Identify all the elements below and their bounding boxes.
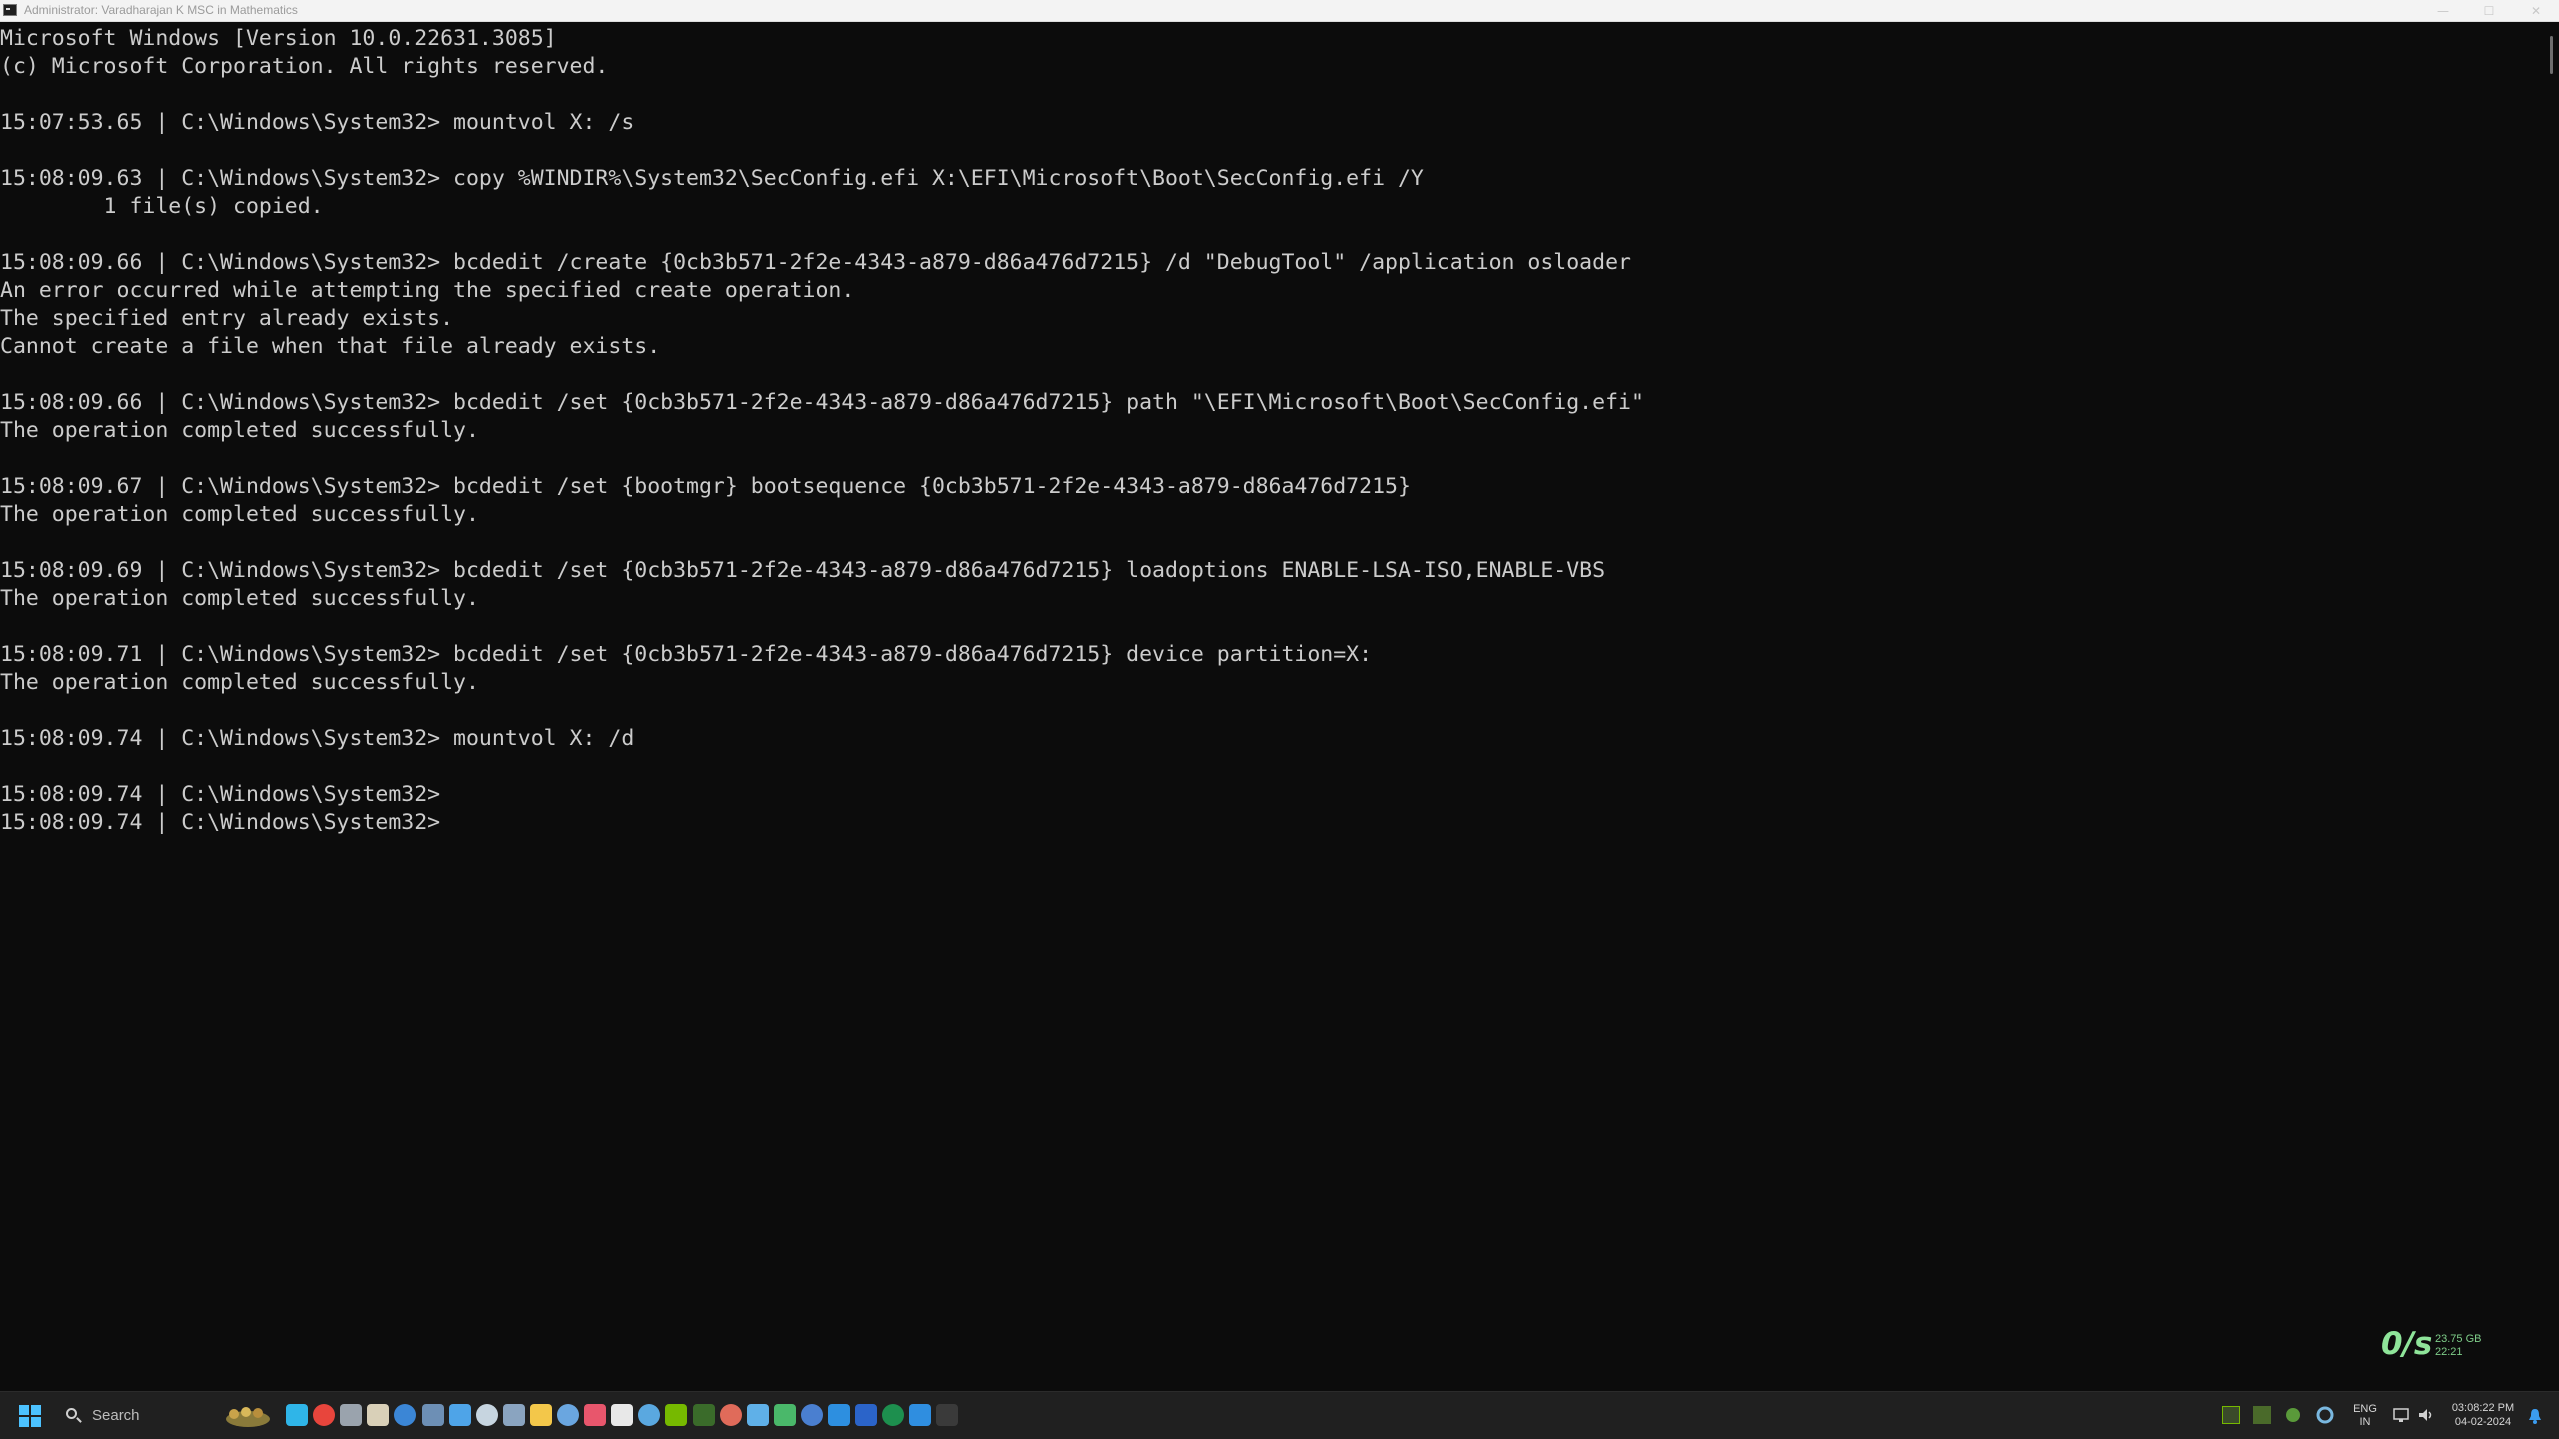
console-line: The operation completed successfully. (0, 502, 479, 527)
network-icon[interactable] (2393, 1407, 2411, 1423)
excel-icon[interactable] (882, 1404, 904, 1426)
tray-nvidia-icon[interactable] (2222, 1406, 2240, 1424)
notification-bell-icon[interactable] (2527, 1407, 2543, 1425)
edge-icon[interactable] (286, 1404, 308, 1426)
console-line: 15:08:09.74 | C:\Windows\System32> mount… (0, 726, 635, 751)
console-line: 15:08:09.63 | C:\Windows\System32> copy … (0, 166, 1424, 191)
language-indicator[interactable]: ENG IN (2349, 1403, 2381, 1429)
cmd-icon (3, 4, 17, 16)
console-line: The specified entry already exists. (0, 306, 454, 331)
console-line: The operation completed successfully. (0, 670, 479, 695)
clock-date: 04-02-2024 (2454, 1416, 2512, 1428)
volume-mixer-icon[interactable] (720, 1404, 742, 1426)
word-icon[interactable] (855, 1404, 877, 1426)
console-line: 15:08:09.71 | C:\Windows\System32> bcded… (0, 642, 1373, 667)
language-code: ENG (2353, 1403, 2377, 1415)
console-line: 15:08:09.69 | C:\Windows\System32> bcded… (0, 558, 1606, 583)
mail-icon[interactable] (638, 1404, 660, 1426)
clock[interactable]: 03:08:22 PM 04-02-2024 (2441, 1401, 2525, 1429)
console-line: 15:07:53.65 | C:\Windows\System32> mount… (0, 110, 635, 135)
console-line: The operation completed successfully. (0, 586, 479, 611)
console-line: 15:08:09.66 | C:\Windows\System32> bcded… (0, 250, 1631, 275)
console-area[interactable]: Microsoft Windows [Version 10.0.22631.30… (0, 22, 2545, 1391)
chrome-icon[interactable] (313, 1404, 335, 1426)
media-player-icon[interactable] (611, 1404, 633, 1426)
console-line: 1 file(s) copied. (0, 194, 324, 219)
minimize-button[interactable]: — (2420, 0, 2466, 22)
remote-desktop-icon[interactable] (828, 1404, 850, 1426)
net-time: 22:21 (2435, 1346, 2463, 1358)
store-icon[interactable] (394, 1404, 416, 1426)
console-line: 15:08:09.66 | C:\Windows\System32> bcded… (0, 390, 1644, 415)
powershell-icon[interactable] (801, 1404, 823, 1426)
clock-icon[interactable] (367, 1404, 389, 1426)
terminal-icon[interactable] (936, 1404, 958, 1426)
taskbar-search[interactable]: Search (58, 1402, 276, 1430)
console-line: The operation completed successfully. (0, 418, 479, 443)
steam-icon[interactable] (476, 1404, 498, 1426)
search-placeholder: Search (92, 1407, 140, 1424)
magnifier-icon[interactable] (503, 1404, 525, 1426)
clock-time: 03:08:22 PM (2451, 1402, 2515, 1414)
net-speed-widget: 0/s 23.75 GB 22:21 (2381, 1326, 2491, 1366)
close-button[interactable]: ✕ (2513, 0, 2559, 22)
volume-icon[interactable] (2417, 1407, 2435, 1423)
snipping-tool-icon[interactable] (584, 1404, 606, 1426)
rstudio-icon[interactable] (557, 1404, 579, 1426)
title-bar: Administrator: Varadharajan K MSC in Mat… (0, 0, 2559, 22)
console-output: Microsoft Windows [Version 10.0.22631.30… (0, 22, 2545, 837)
console-line: Cannot create a file when that file alre… (0, 334, 661, 359)
maximize-button[interactable]: ☐ (2466, 0, 2512, 22)
tray-gpu-icon[interactable] (2253, 1406, 2271, 1424)
tray-update-icon[interactable] (2316, 1406, 2334, 1424)
search-highlight-icon (224, 1404, 272, 1428)
console-line: 15:08:09.74 | C:\Windows\System32> (0, 782, 441, 807)
nvidia-icon[interactable] (665, 1404, 687, 1426)
gpu-tool-icon[interactable] (693, 1404, 715, 1426)
notepad-icon[interactable] (747, 1404, 769, 1426)
search-icon (66, 1408, 77, 1419)
console-line: 15:08:09.74 | C:\Windows\System32> (0, 810, 441, 835)
powerautomate-icon[interactable] (909, 1404, 931, 1426)
console-line: Microsoft Windows [Version 10.0.22631.30… (0, 26, 557, 51)
region-code: IN (2359, 1416, 2371, 1428)
file-explorer-icon[interactable] (530, 1404, 552, 1426)
scrollbar-thumb[interactable] (2550, 36, 2553, 74)
console-line: An error occurred while attempting the s… (0, 278, 855, 303)
tray-steam-icon[interactable] (2284, 1406, 2302, 1424)
scrollbar[interactable] (2545, 22, 2559, 1391)
console-line: (c) Microsoft Corporation. All rights re… (0, 54, 609, 79)
photos-icon[interactable] (422, 1404, 444, 1426)
windows-logo-icon (19, 1405, 41, 1427)
copilot-icon[interactable] (449, 1404, 471, 1426)
start-button[interactable] (18, 1404, 42, 1428)
net-speed: 0/s (2381, 1326, 2433, 1362)
globe-icon[interactable] (774, 1404, 796, 1426)
net-total: 23.75 GB (2435, 1333, 2482, 1345)
settings-icon[interactable] (340, 1404, 362, 1426)
window-title: Administrator: Varadharajan K MSC in Mat… (24, 3, 298, 17)
console-line: 15:08:09.67 | C:\Windows\System32> bcded… (0, 474, 1411, 499)
